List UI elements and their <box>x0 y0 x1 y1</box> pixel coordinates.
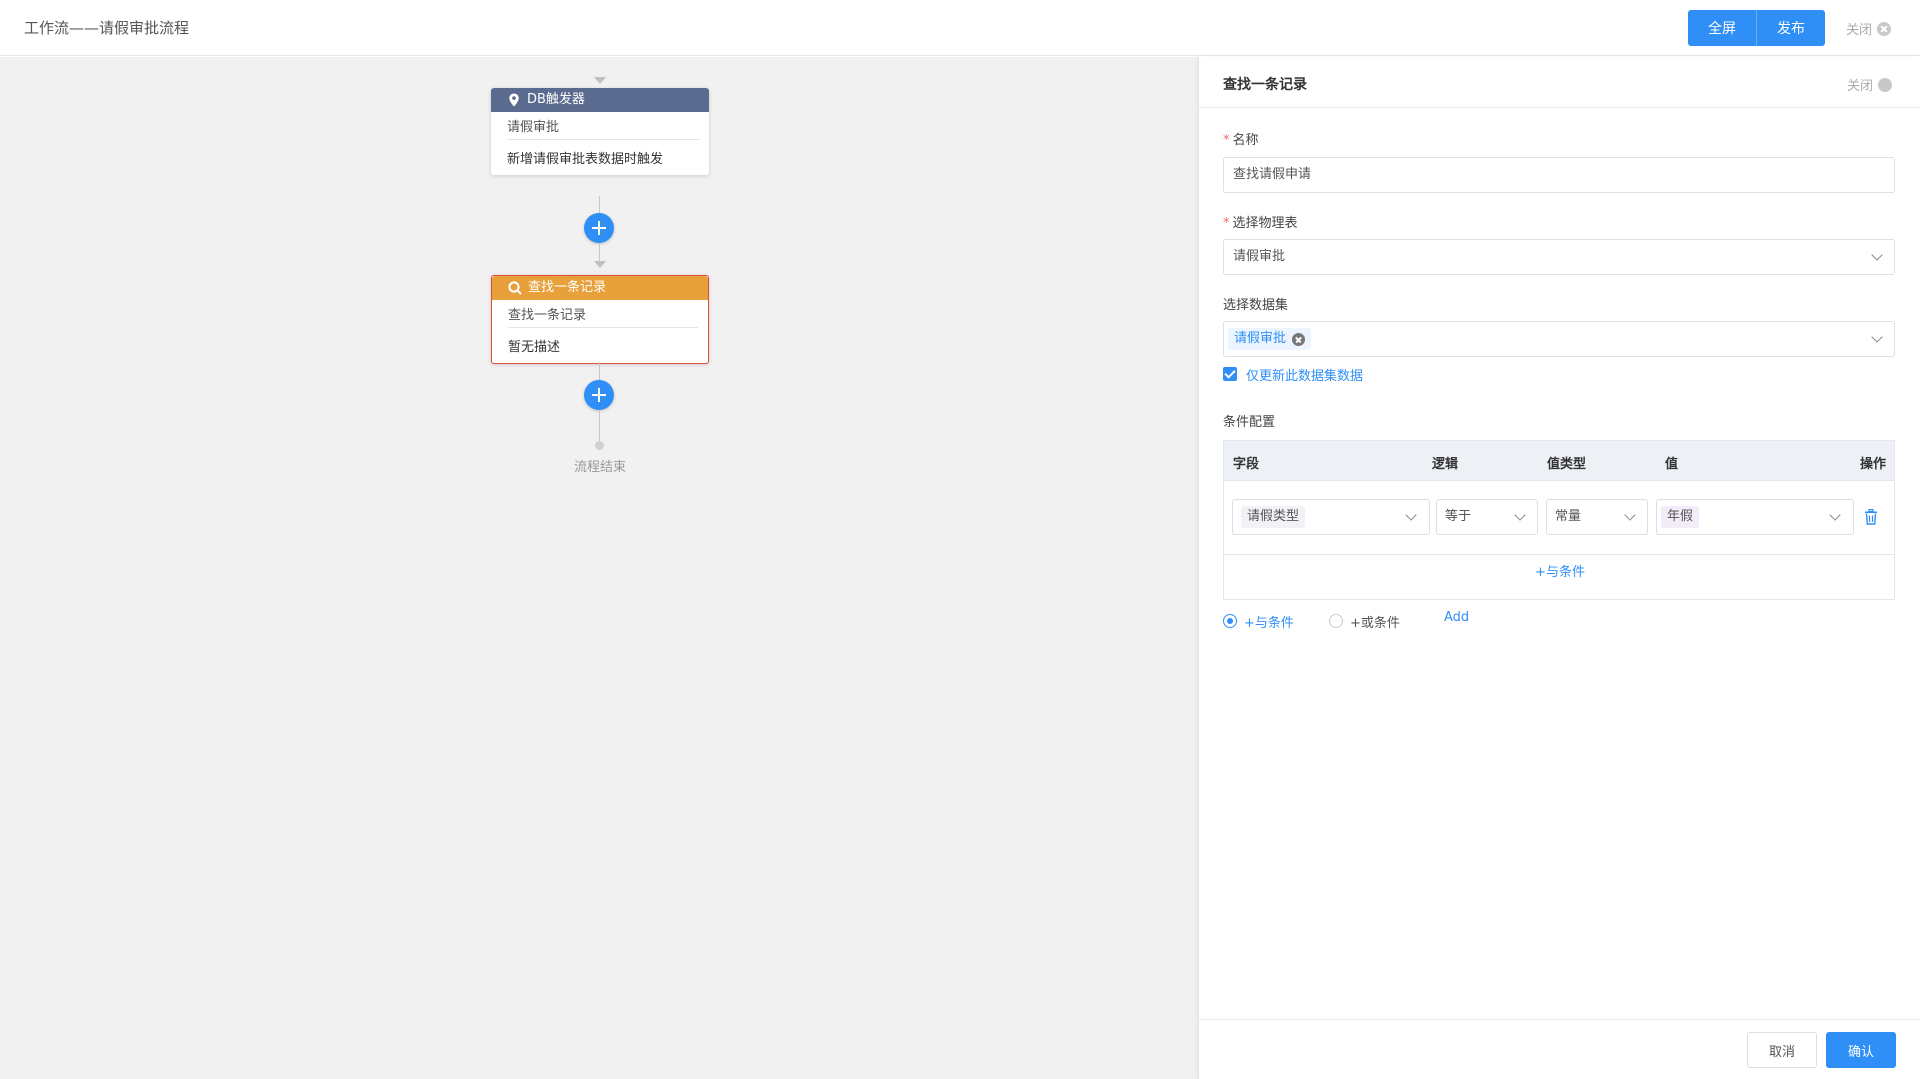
flow-end-label: 流程结束 <box>573 460 626 475</box>
find-node-description: 暂无描述 <box>508 340 561 355</box>
flow-canvas: DB触发器 请假审批 新增请假审批表数据时触发 查找一条记录 查找一条记录 暂无… <box>0 57 1198 1079</box>
value-select[interactable]: 年假 <box>1656 499 1854 535</box>
panel-close-label: 关闭 <box>1847 79 1874 94</box>
publish-button[interactable]: 发布 <box>1756 10 1825 46</box>
flow-end-dot <box>595 441 604 450</box>
radio-or-label[interactable]: +或条件 <box>1350 612 1400 631</box>
chevron-down-icon <box>1405 509 1417 521</box>
panel-title: 查找一条记录 <box>1223 77 1307 93</box>
column-header: 逻辑 <box>1432 457 1459 472</box>
fullscreen-button[interactable]: 全屏 <box>1688 10 1756 46</box>
panel-header: 查找一条记录 关闭 <box>1199 57 1920 108</box>
trigger-node-subtitle: 请假审批 <box>507 120 560 135</box>
chevron-down-icon <box>1871 331 1883 343</box>
field-tag: 请假类型 <box>1241 505 1306 528</box>
connector-line <box>599 410 600 442</box>
column-header: 值类型 <box>1547 457 1587 472</box>
radio-and-label[interactable]: +与条件 <box>1244 612 1294 631</box>
chevron-down-icon <box>1829 509 1841 521</box>
cancel-button[interactable]: 取消 <box>1747 1032 1817 1068</box>
dataset-select[interactable]: 请假审批 <box>1223 321 1895 357</box>
chevron-down-icon <box>1871 249 1883 261</box>
radio-and-condition[interactable] <box>1223 614 1237 628</box>
condition-row: 请假类型 等于 常量 年假 <box>1224 481 1894 555</box>
radio-or-condition[interactable] <box>1329 614 1343 628</box>
required-mark: * <box>1223 133 1230 148</box>
panel-close-button[interactable]: 关闭 <box>1847 75 1893 94</box>
add-node-button[interactable] <box>584 380 614 410</box>
only-update-checkbox[interactable] <box>1223 367 1237 381</box>
condition-table-header: 字段 逻辑 值类型 值 操作 <box>1224 441 1894 481</box>
delete-icon[interactable] <box>1864 509 1878 525</box>
dataset-tag: 请假审批 <box>1228 328 1312 350</box>
trigger-node-title: DB触发器 <box>527 92 585 107</box>
trigger-node-header: DB触发器 <box>491 88 709 112</box>
page-title: 工作流——请假审批流程 <box>24 19 190 37</box>
tag-remove-icon[interactable] <box>1292 332 1306 346</box>
value-type-value: 常量 <box>1555 509 1582 524</box>
add-and-condition-link[interactable]: +与条件 <box>1224 561 1896 580</box>
confirm-button[interactable]: 确认 <box>1826 1032 1896 1068</box>
flow-arrow-icon <box>594 77 606 84</box>
column-header: 操作 <box>1860 457 1887 472</box>
add-condition-button[interactable]: Add <box>1444 610 1469 625</box>
close-circle-icon <box>1878 77 1893 92</box>
node-config-panel: 查找一条记录 关闭 * 名称 查找请假申请 * 选择物理表 请假审批 选择数据集 请… <box>1198 57 1920 1079</box>
header-button-group: 全屏 发布 <box>1688 10 1825 46</box>
trigger-node-description: 新增请假审批表数据时触发 <box>507 152 664 167</box>
close-circle-icon <box>1877 21 1892 36</box>
table-label: * 选择物理表 <box>1223 216 1298 231</box>
add-node-button[interactable] <box>584 213 614 243</box>
close-label: 关闭 <box>1846 23 1873 38</box>
chevron-down-icon <box>1624 509 1636 521</box>
condition-label: 条件配置 <box>1223 415 1276 430</box>
required-mark: * <box>1223 216 1230 231</box>
top-header: 工作流——请假审批流程 全屏 发布 关闭 <box>0 0 1920 56</box>
name-label: * 名称 <box>1223 133 1259 148</box>
close-workflow-button[interactable]: 关闭 <box>1846 19 1892 38</box>
panel-footer: 取消 确认 <box>1199 1019 1920 1079</box>
find-node-header: 查找一条记录 <box>492 276 708 300</box>
dataset-label: 选择数据集 <box>1223 298 1289 313</box>
name-input[interactable]: 查找请假申请 <box>1223 157 1895 193</box>
chevron-down-icon <box>1514 509 1526 521</box>
find-record-node[interactable]: 查找一条记录 查找一条记录 暂无描述 <box>491 275 709 364</box>
value-tag: 年假 <box>1661 505 1700 528</box>
value-type-select[interactable]: 常量 <box>1546 499 1648 535</box>
location-pin-icon <box>509 93 519 107</box>
flow-arrow-icon <box>594 261 606 268</box>
condition-table: 字段 逻辑 值类型 值 操作 请假类型 等于 常量 年假 +与条件 <box>1223 440 1895 600</box>
logic-select[interactable]: 等于 <box>1436 499 1538 535</box>
find-node-subtitle: 查找一条记录 <box>508 308 587 323</box>
table-select[interactable]: 请假审批 <box>1223 239 1895 275</box>
field-select[interactable]: 请假类型 <box>1232 499 1430 535</box>
column-header: 字段 <box>1233 457 1260 472</box>
only-update-label[interactable]: 仅更新此数据集数据 <box>1246 365 1363 384</box>
logic-value: 等于 <box>1445 509 1472 524</box>
trigger-node[interactable]: DB触发器 请假审批 新增请假审批表数据时触发 <box>491 88 709 175</box>
search-icon <box>508 281 522 295</box>
find-node-title: 查找一条记录 <box>528 280 607 295</box>
column-header: 值 <box>1665 457 1679 472</box>
table-select-value: 请假审批 <box>1233 249 1286 264</box>
